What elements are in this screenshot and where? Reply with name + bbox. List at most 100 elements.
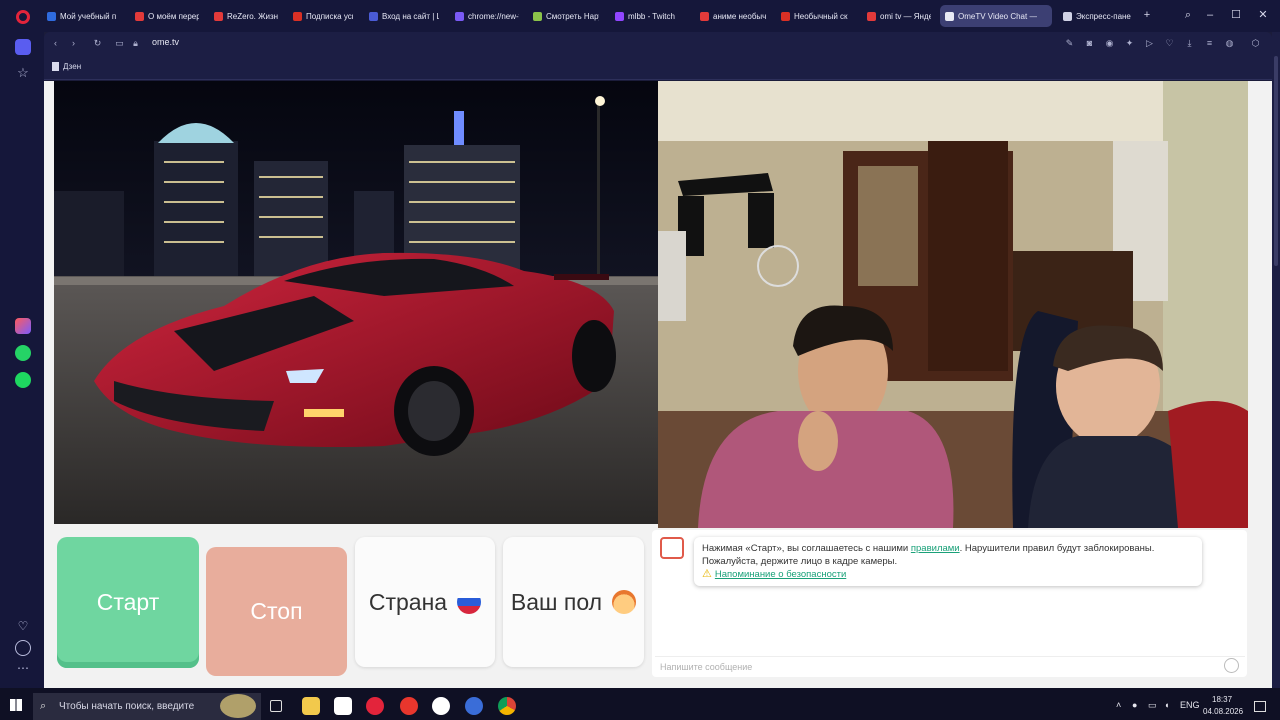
cube-icon[interactable]: ⬡ [1250,38,1261,49]
ometv-logo-icon [660,537,684,559]
url-field[interactable]: ome.tv [152,37,179,47]
back-icon[interactable]: ‹ [50,38,61,49]
tab-favicon-icon [1063,11,1072,21]
lang-indicator[interactable]: ENG [1180,700,1200,710]
camera-icon[interactable]: ◙ [1084,38,1095,49]
tab-title: Необычный ск [794,11,848,21]
gender-button[interactable]: Ваш пол [503,537,644,667]
tab-favicon-icon [47,11,56,21]
tab-favicon-icon [293,11,302,21]
bookmark-label: Дзен [63,62,82,71]
tab-11[interactable]: OmeTV Video Chat — [940,5,1052,27]
search-tabs-icon[interactable]: ⌕ [1181,8,1195,22]
download-icon[interactable]: ⤓ [1184,38,1195,49]
tab-9[interactable]: Необычный ск [776,5,856,27]
tab-title: mlbb - Twitch [628,11,675,21]
tab-title: omi tv — Яндекс [880,11,931,21]
vpn-icon[interactable]: ◉ [1104,38,1115,49]
profile-icon[interactable]: ◍ [1224,38,1235,49]
tab-favicon-icon [945,11,954,21]
yandex-browser-icon[interactable] [432,697,450,715]
country-button[interactable]: Страна [355,537,495,667]
opera-logo-icon[interactable] [16,10,30,24]
more-icon[interactable]: ⋯ [15,662,31,678]
menu-icon[interactable]: ≡ [1204,38,1215,49]
tab-7[interactable]: mlbb - Twitch [610,5,690,27]
emoji-icon[interactable] [1224,658,1239,673]
start-button[interactable]: Старт [57,537,199,668]
tab-0[interactable]: Мой учебный п [42,5,124,27]
notice-line2: Пожалуйста, держите лицо в кадре камеры. [702,556,898,567]
tab-favicon-icon [867,11,876,21]
heart-icon[interactable]: ♡ [15,618,31,634]
screen-icon[interactable]: ▭ [114,38,125,49]
tab-6[interactable]: Смотреть Нару [528,5,604,27]
tab-title: ReZero. Жизнь [227,11,278,21]
tab-favicon-icon [700,11,709,21]
tab-title: OmeTV Video Chat — [958,11,1038,21]
notice-line1: Нажимая «Старт», вы соглашаетесь с нашим… [702,543,1155,554]
reload-icon[interactable]: ↻ [92,38,103,49]
bookmarks-bar: Дзен [44,56,1272,80]
bookmark-heart-icon[interactable]: ♡ [1164,38,1175,49]
yandex-icon[interactable] [400,697,418,715]
play-icon[interactable]: ▷ [1144,38,1155,49]
extension-icon[interactable]: ✦ [1124,38,1135,49]
star-icon[interactable]: ☆ [15,65,31,81]
network-icon[interactable]: ▭ [1148,700,1157,711]
chrome-icon[interactable] [498,697,516,715]
tab-3[interactable]: Подписка успе [288,5,358,27]
speaker-icon[interactable]: ◖ [1164,700,1169,710]
aria-icon[interactable] [15,318,31,334]
message-input[interactable]: Напишите сообщение [655,656,1245,676]
tab-8[interactable]: аниме необыч [695,5,771,27]
edit-icon[interactable]: ✎ [1064,38,1075,49]
clock-date[interactable]: 04.08.2026 [1203,707,1243,716]
tab-4[interactable]: Вход на сайт | L [364,5,444,27]
tab-1[interactable]: О моём перер [130,5,204,27]
warning-icon: ⚠ [702,568,712,580]
yandex-y-icon[interactable] [465,697,483,715]
store-icon[interactable] [334,697,352,715]
scrollbar[interactable] [1272,32,1280,688]
tab-12[interactable]: Экспресс-пане [1058,5,1136,27]
mic-icon[interactable]: ● [1132,700,1137,710]
tray-chevron-icon[interactable]: ˄ [1116,700,1121,710]
tab-favicon-icon [615,11,624,21]
remote-video [658,81,1248,528]
tab-title: chrome://new-t [468,11,519,21]
task-view-icon[interactable] [270,700,282,712]
stop-label: Стоп [250,598,303,624]
tab-title: Подписка успе [306,11,353,21]
opera-taskbar-icon[interactable] [366,697,384,715]
tab-title: Смотреть Нару [546,11,599,21]
windows-start-icon[interactable] [10,699,22,711]
bookmark-dzen[interactable]: Дзен [52,62,81,71]
browser-sidebar: ☆ ♡ ⋯ [0,32,44,688]
clock-time[interactable]: 18:37 [1212,695,1232,704]
spotify-icon[interactable] [15,372,31,388]
maximize-icon[interactable]: ☐ [1229,8,1243,22]
stop-button[interactable]: Стоп [206,547,347,676]
notifications-icon[interactable] [1254,701,1266,712]
safety-link[interactable]: Напоминание о безопасности [715,568,846,581]
minimize-icon[interactable]: – [1203,8,1217,22]
tab-favicon-icon [214,11,223,21]
start-label: Старт [96,589,160,615]
tab-title: Вход на сайт | L [382,11,439,21]
history-icon[interactable] [15,640,31,656]
gender-label: Ваш пол [510,588,603,615]
russia-flag-icon [457,590,482,614]
new-tab-icon[interactable]: + [1140,8,1154,22]
boy-face-icon [612,590,637,614]
file-explorer-icon[interactable] [302,697,320,715]
close-icon[interactable]: ✕ [1256,8,1270,22]
rules-link[interactable]: правилами [911,543,960,554]
tab-10[interactable]: omi tv — Яндекс [862,5,936,27]
home-icon[interactable] [15,39,31,55]
forward-icon[interactable]: › [68,38,79,49]
tab-5[interactable]: chrome://new-t [450,5,524,27]
whatsapp-icon[interactable] [15,345,31,361]
address-bar: ‹ › ↻ ▭ 🔒︎ ome.tv ✎ ◙ ◉ ✦ ▷ ♡ ⤓ ≡ ◍ ⬡ [44,32,1272,56]
tab-2[interactable]: ReZero. Жизнь [209,5,283,27]
